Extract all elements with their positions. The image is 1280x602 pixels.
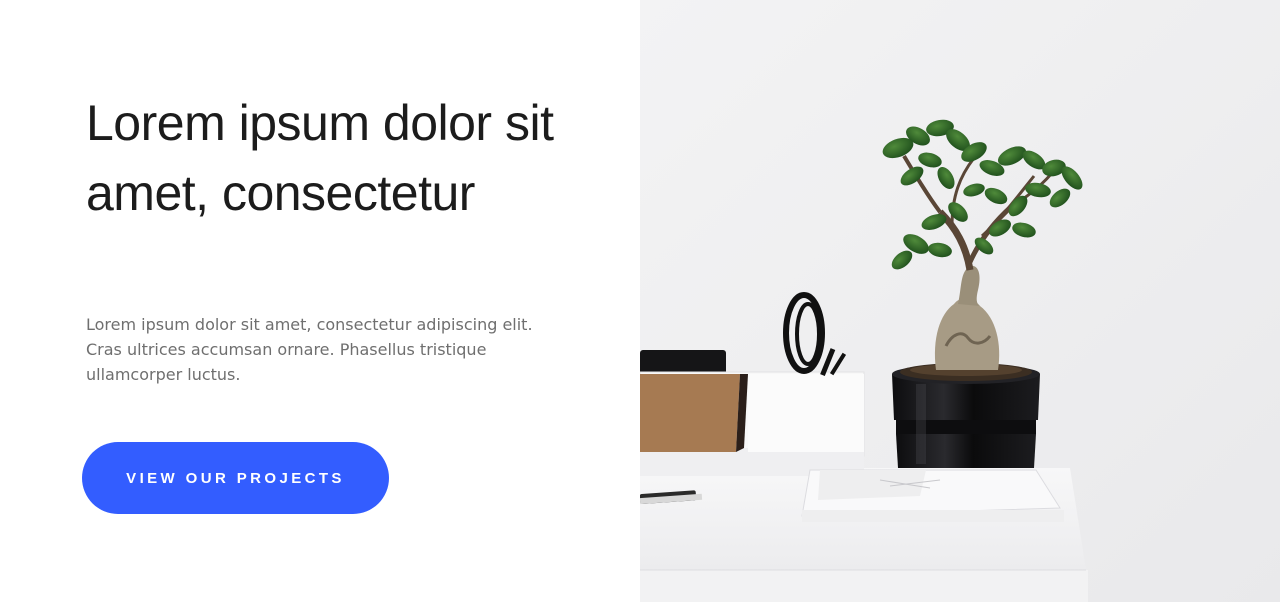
hero-title: Lorem ipsum dolor sit amet, consectetur [86,95,554,221]
view-projects-button[interactable]: VIEW OUR PROJECTS [82,442,389,514]
bonsai-desk-photo [640,0,1280,602]
hero-image [640,0,1280,602]
hero-description: Lorem ipsum dolor sit amet, consectetur … [86,315,533,384]
hero-content: Lorem ipsum dolor sit amet, consectetur … [0,0,640,602]
hero-section: Lorem ipsum dolor sit amet, consectetur … [0,0,1280,602]
